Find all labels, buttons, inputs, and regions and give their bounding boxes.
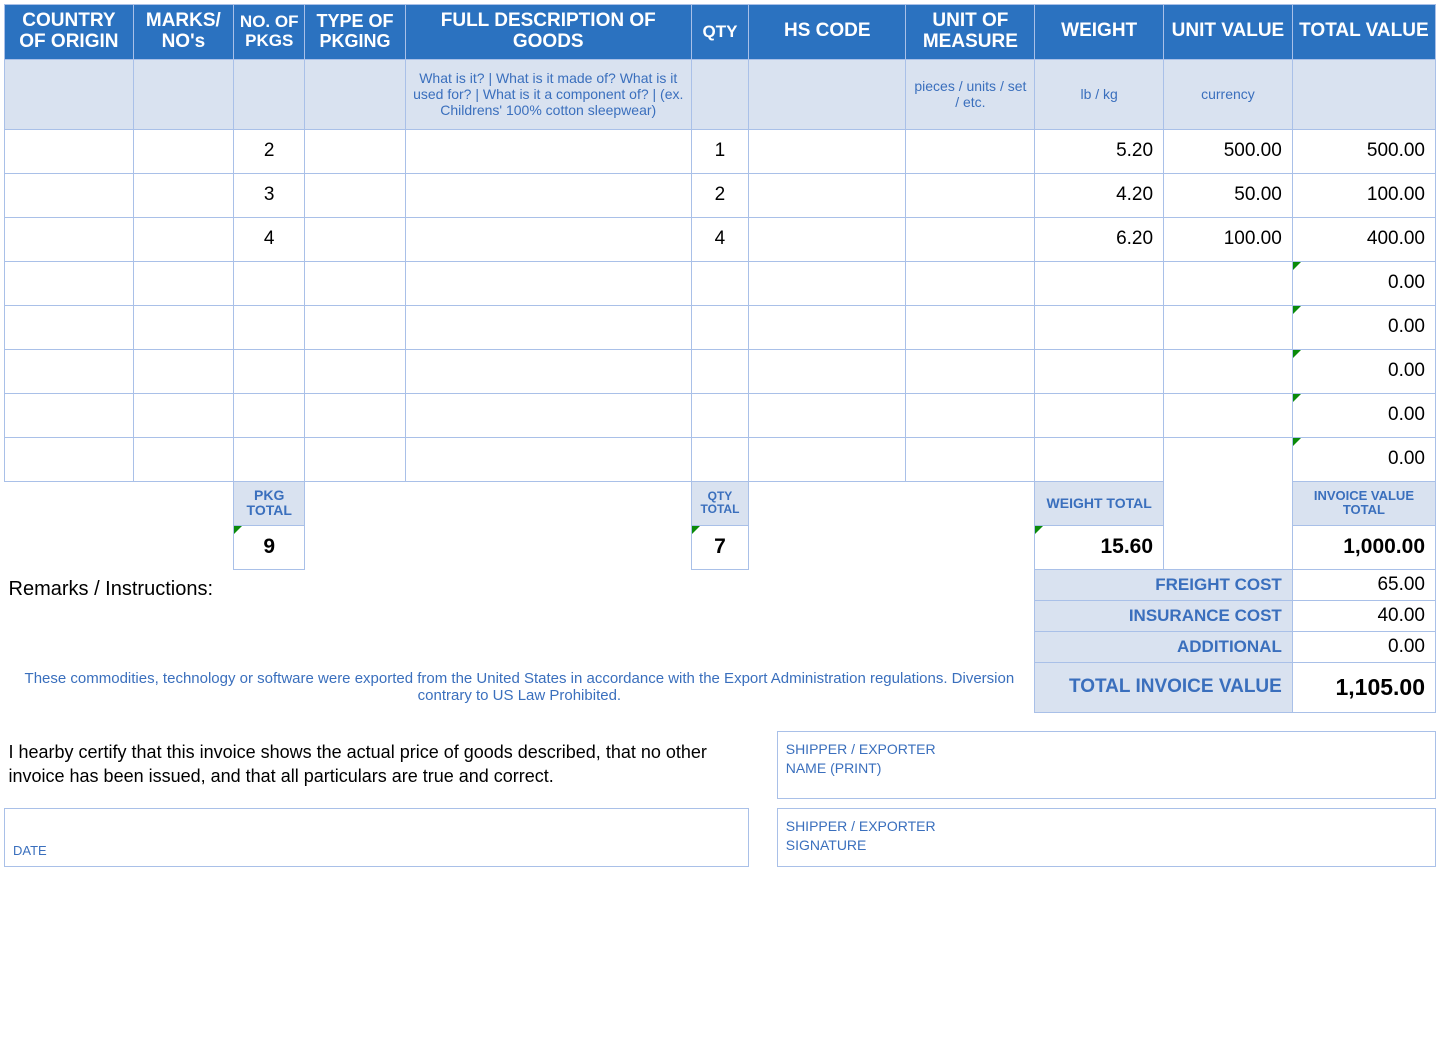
header-pkgs: NO. OF PKGS — [233, 5, 305, 60]
invoice-total-label: INVOICE VALUE TOTAL — [1292, 481, 1435, 525]
header-country: COUNTRY OF ORIGIN — [5, 5, 134, 60]
certification-text: I hearby certify that this invoice shows… — [5, 731, 749, 798]
pkg-total-label: PKG TOTAL — [233, 481, 305, 525]
additional-label: ADDITIONAL — [1035, 631, 1293, 662]
header-qty: QTY — [691, 5, 748, 60]
table-row[interactable]: 4 4 6.20 100.00 400.00 — [5, 217, 1436, 261]
cell-totalval[interactable]: 500.00 — [1292, 129, 1435, 173]
insurance-label: INSURANCE COST — [1035, 600, 1293, 631]
cell-totalval[interactable]: 0.00 — [1292, 305, 1435, 349]
cell-unitval[interactable]: 500.00 — [1164, 129, 1293, 173]
cell-totalval[interactable]: 0.00 — [1292, 349, 1435, 393]
hint-desc: What is it? | What is it made of? What i… — [405, 59, 691, 129]
hint-uom: pieces / units / set / etc. — [906, 59, 1035, 129]
hint-weight: lb / kg — [1035, 59, 1164, 129]
invoice-total: 1,000.00 — [1292, 525, 1435, 569]
cell-weight[interactable]: 5.20 — [1035, 129, 1164, 173]
cell-qty[interactable]: 4 — [691, 217, 748, 261]
total-invoice-label: TOTAL INVOICE VALUE — [1035, 662, 1293, 712]
header-marks: MARKS/ NO's — [133, 5, 233, 60]
cell-weight[interactable]: 6.20 — [1035, 217, 1164, 261]
header-unitval: UNIT VALUE — [1164, 5, 1293, 60]
cell-pkgs[interactable]: 3 — [233, 173, 305, 217]
table-row[interactable]: 0.00 — [5, 261, 1436, 305]
table-row[interactable]: 3 2 4.20 50.00 100.00 — [5, 173, 1436, 217]
pkg-total: 9 — [233, 525, 305, 569]
header-weight: WEIGHT — [1035, 5, 1164, 60]
cell-totalval[interactable]: 0.00 — [1292, 261, 1435, 305]
header-totalval: TOTAL VALUE — [1292, 5, 1435, 60]
disclaimer-text: These commodities, technology or softwar… — [5, 662, 1035, 712]
table-row[interactable]: 0.00 — [5, 349, 1436, 393]
qty-total: 7 — [691, 525, 748, 569]
cell-totalval[interactable]: 400.00 — [1292, 217, 1435, 261]
remarks-label[interactable]: Remarks / Instructions: — [5, 569, 1035, 662]
hint-unitval: currency — [1164, 59, 1293, 129]
cell-pkgs[interactable]: 4 — [233, 217, 305, 261]
cell-totalval[interactable]: 0.00 — [1292, 437, 1435, 481]
header-hs: HS CODE — [749, 5, 906, 60]
header-row: COUNTRY OF ORIGIN MARKS/ NO's NO. OF PKG… — [5, 5, 1436, 60]
insurance-value[interactable]: 40.00 — [1292, 600, 1435, 631]
table-row[interactable]: 2 1 5.20 500.00 500.00 — [5, 129, 1436, 173]
cell-totalval[interactable]: 100.00 — [1292, 173, 1435, 217]
table-row[interactable]: 0.00 — [5, 393, 1436, 437]
cell-qty[interactable]: 1 — [691, 129, 748, 173]
weight-total-label: WEIGHT TOTAL — [1035, 481, 1164, 525]
header-uom: UNIT OF MEASURE — [906, 5, 1035, 60]
freight-value[interactable]: 65.00 — [1292, 569, 1435, 600]
cell-qty[interactable]: 2 — [691, 173, 748, 217]
cell-pkgs[interactable]: 2 — [233, 129, 305, 173]
header-pkging: TYPE OF PKGING — [305, 5, 405, 60]
freight-label: FREIGHT COST — [1035, 569, 1293, 600]
cell-unitval[interactable]: 100.00 — [1164, 217, 1293, 261]
table-row[interactable]: 0.00 — [5, 437, 1436, 481]
signature-section: I hearby certify that this invoice shows… — [4, 731, 1436, 867]
header-desc: FULL DESCRIPTION OF GOODS — [405, 5, 691, 60]
qty-total-label: QTY TOTAL — [691, 481, 748, 525]
table-row[interactable]: 0.00 — [5, 305, 1436, 349]
additional-value[interactable]: 0.00 — [1292, 631, 1435, 662]
shipper-signature-box[interactable]: SHIPPER / EXPORTER SIGNATURE — [777, 808, 1435, 866]
cell-totalval[interactable]: 0.00 — [1292, 393, 1435, 437]
weight-total: 15.60 — [1035, 525, 1164, 569]
shipper-name-box[interactable]: SHIPPER / EXPORTER NAME (PRINT) — [777, 731, 1435, 798]
total-invoice-value: 1,105.00 — [1292, 662, 1435, 712]
cell-unitval[interactable]: 50.00 — [1164, 173, 1293, 217]
invoice-table: COUNTRY OF ORIGIN MARKS/ NO's NO. OF PKG… — [4, 4, 1436, 713]
cell-weight[interactable]: 4.20 — [1035, 173, 1164, 217]
hint-row: What is it? | What is it made of? What i… — [5, 59, 1436, 129]
date-box[interactable]: DATE — [5, 808, 749, 866]
